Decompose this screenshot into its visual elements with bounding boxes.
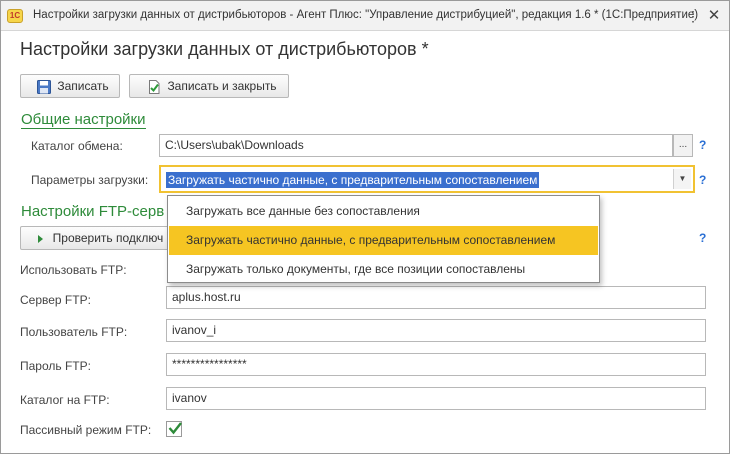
passive-mode-checkbox[interactable] — [166, 421, 182, 437]
ftp-server-field[interactable]: aplus.host.ru — [166, 286, 706, 309]
check-connection-button[interactable]: Проверить подключ — [20, 226, 170, 250]
use-ftp-label: Использовать FTP: — [20, 263, 127, 277]
page-title: Настройки загрузки данных от дистрибьюто… — [20, 39, 429, 59]
ftp-catalog-label: Каталог на FTP: — [20, 393, 110, 407]
load-params-selected-value: Загружать частично данные, с предварител… — [166, 172, 540, 188]
title-bar: 1C Настройки загрузки данных от дистрибь… — [1, 1, 729, 31]
chevron-down-icon[interactable]: ▼ — [673, 169, 691, 189]
passive-mode-label: Пассивный режим FTP: — [20, 423, 152, 437]
window-menu-icon[interactable]: ⋮ — [684, 7, 702, 25]
dropdown-option[interactable]: Загружать только документы, где все пози… — [169, 255, 598, 284]
help-icon[interactable]: ? — [699, 173, 706, 187]
window-title: Настройки загрузки данных от дистрибьюто… — [33, 9, 699, 21]
check-connection-button-label: Проверить подключ — [52, 231, 164, 245]
ftp-user-field[interactable]: ivanov_i — [166, 319, 706, 342]
ftp-server-label: Сервер FTP: — [20, 293, 91, 307]
checkmark-icon — [168, 422, 182, 435]
app-logo-icon: 1C — [7, 9, 23, 23]
dropdown-option[interactable]: Загружать все данные без сопоставления — [169, 197, 598, 226]
save-and-close-button[interactable]: Записать и закрыть — [129, 74, 289, 98]
ftp-catalog-field[interactable]: ivanov — [166, 387, 706, 410]
save-and-close-button-label: Записать и закрыть — [167, 79, 277, 93]
help-icon[interactable]: ? — [699, 138, 706, 152]
load-params-dropdown: Загружать все данные без сопоставления З… — [167, 195, 600, 283]
exchange-catalog-field[interactable]: C:\Users\ubak\Downloads — [159, 134, 673, 157]
ftp-settings-section-title[interactable]: Настройки FTP-серв — [21, 203, 164, 220]
app-window: 1C Настройки загрузки данных от дистрибь… — [0, 0, 730, 454]
load-params-select[interactable]: Загружать частично данные, с предварител… — [159, 165, 695, 193]
dropdown-option-selected[interactable]: Загружать частично данные, с предварител… — [169, 226, 598, 255]
window-close-icon[interactable]: ✕ — [705, 7, 723, 25]
general-settings-section-title[interactable]: Общие настройки — [21, 111, 146, 129]
save-button[interactable]: Записать — [20, 74, 120, 98]
ftp-user-label: Пользователь FTP: — [20, 325, 128, 339]
chevron-right-icon — [33, 231, 47, 245]
ftp-password-label: Пароль FTP: — [20, 359, 91, 373]
load-params-label: Параметры загрузки: — [31, 173, 149, 187]
save-button-label: Записать — [57, 79, 109, 93]
help-icon[interactable]: ? — [699, 231, 706, 245]
document-check-icon — [147, 79, 161, 94]
browse-button[interactable]: ... — [673, 134, 693, 157]
exchange-catalog-label: Каталог обмена: — [31, 139, 123, 153]
floppy-disk-icon — [37, 79, 52, 94]
ftp-password-field[interactable]: **************** — [166, 353, 706, 376]
